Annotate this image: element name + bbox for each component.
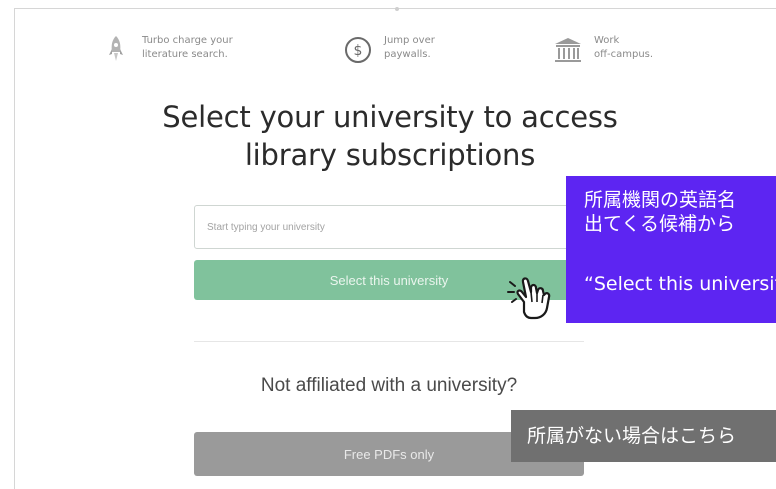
- benefit-line: off-campus.: [594, 49, 654, 60]
- benefit-line: Jump over: [384, 35, 435, 46]
- annotation-line: 所属がない場合はこちら: [527, 425, 737, 447]
- benefit-literature-search: Turbo charge your literature search.: [100, 34, 262, 66]
- hand-pointer-icon: [506, 272, 560, 326]
- library-icon: [552, 34, 584, 66]
- dollar-icon: $: [342, 34, 374, 66]
- select-university-label: Select this university: [329, 272, 449, 288]
- rocket-icon: [100, 34, 132, 66]
- benefit-line: Work: [594, 35, 620, 46]
- annotation-line: 出てくる候補から: [584, 213, 736, 235]
- not-affiliated-text: Not affiliated with a university?: [260, 375, 518, 396]
- benefit-line: literature search.: [142, 49, 228, 60]
- benefit-line: Turbo charge your: [142, 35, 233, 46]
- annotation-line: 所属機関の英語名: [584, 189, 737, 211]
- free-pdfs-label: Free PDFs only: [343, 446, 435, 462]
- page-title-line1: Select your university to access: [162, 100, 618, 134]
- page-title: Select your university to access library…: [120, 98, 660, 174]
- university-search-input[interactable]: [194, 205, 594, 249]
- benefit-paywalls: $ Jump over paywalls.: [342, 34, 504, 66]
- benefit-line: paywalls.: [384, 49, 431, 60]
- benefit-off-campus: Work off-campus.: [552, 34, 714, 66]
- svg-text:$: $: [354, 43, 363, 59]
- annotation-select-university: 所属機関の英語名 出てくる候補から “Select this universit…: [566, 176, 776, 323]
- annotation-no-affiliation: 所属がない場合はこちら: [511, 410, 776, 462]
- annotation-line: “Select this university: [584, 273, 776, 295]
- decorative-dot: [395, 7, 399, 11]
- page-title-line2: library subscriptions: [244, 138, 536, 172]
- divider: [194, 341, 584, 342]
